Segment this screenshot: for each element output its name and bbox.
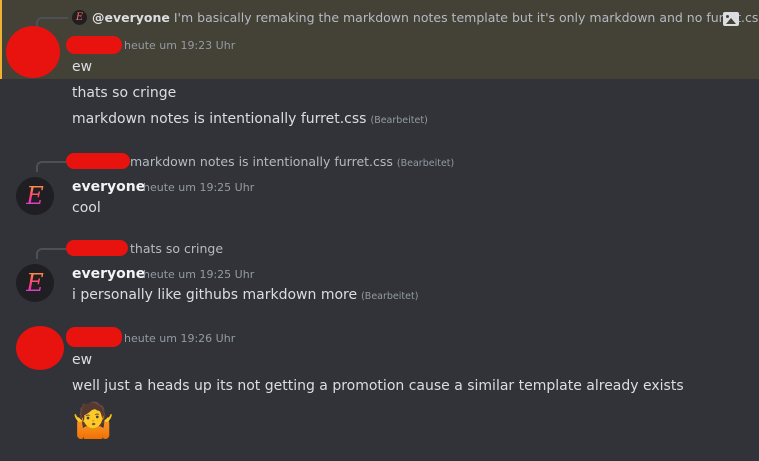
timestamp[interactable]: heute um 19:23 Uhr	[124, 39, 235, 53]
edited-label: (Bearbeitet)	[396, 158, 455, 169]
message-line: cool	[72, 200, 101, 216]
reply-spine	[36, 248, 68, 259]
image-icon	[723, 12, 739, 26]
mention-everyone[interactable]: @everyone	[92, 10, 170, 25]
message-line: markdown notes is intentionally furret.c…	[72, 110, 428, 130]
avatar[interactable]: E	[16, 177, 54, 215]
message-line: ew	[72, 352, 93, 368]
message-text: i personally like githubs markdown more	[72, 287, 358, 303]
reply-username[interactable]	[66, 153, 130, 169]
username[interactable]: everyone	[72, 265, 145, 283]
message-text: markdown notes is intentionally furret.c…	[72, 111, 367, 127]
message-line: ew	[72, 59, 93, 75]
reply-username[interactable]	[66, 240, 128, 256]
avatar[interactable]	[16, 326, 64, 370]
username[interactable]: everyone	[72, 178, 145, 196]
reply-preview[interactable]: markdown notes is intentionally furret.c…	[130, 154, 454, 172]
reply-avatar[interactable]: E	[72, 10, 87, 25]
reply-preview-text: markdown notes is intentionally furret.c…	[130, 154, 393, 169]
person-shrugging-emoji[interactable]: 🤷	[72, 404, 114, 438]
edited-label: (Bearbeitet)	[361, 291, 419, 302]
username[interactable]	[66, 327, 122, 347]
edited-label: (Bearbeitet)	[370, 115, 428, 126]
chat-log: E @everyone I'm basically remaking the m…	[0, 0, 759, 461]
timestamp[interactable]: heute um 19:25 Uhr	[143, 268, 254, 282]
username[interactable]	[66, 36, 122, 54]
reply-preview[interactable]: thats so cringe	[130, 241, 223, 257]
avatar[interactable]	[6, 26, 60, 78]
timestamp[interactable]: heute um 19:26 Uhr	[124, 332, 235, 346]
reply-spine	[36, 161, 68, 172]
message-line: i personally like githubs markdown more(…	[72, 286, 418, 306]
avatar[interactable]: E	[16, 264, 54, 302]
timestamp[interactable]: heute um 19:25 Uhr	[143, 181, 254, 195]
reply-preview-text: I'm basically remaking the markdown note…	[173, 10, 759, 25]
message-line: thats so cringe	[72, 85, 177, 101]
message-line: well just a heads up its not getting a p…	[72, 378, 684, 394]
reply-preview[interactable]: @everyone I'm basically remaking the mar…	[92, 10, 759, 26]
